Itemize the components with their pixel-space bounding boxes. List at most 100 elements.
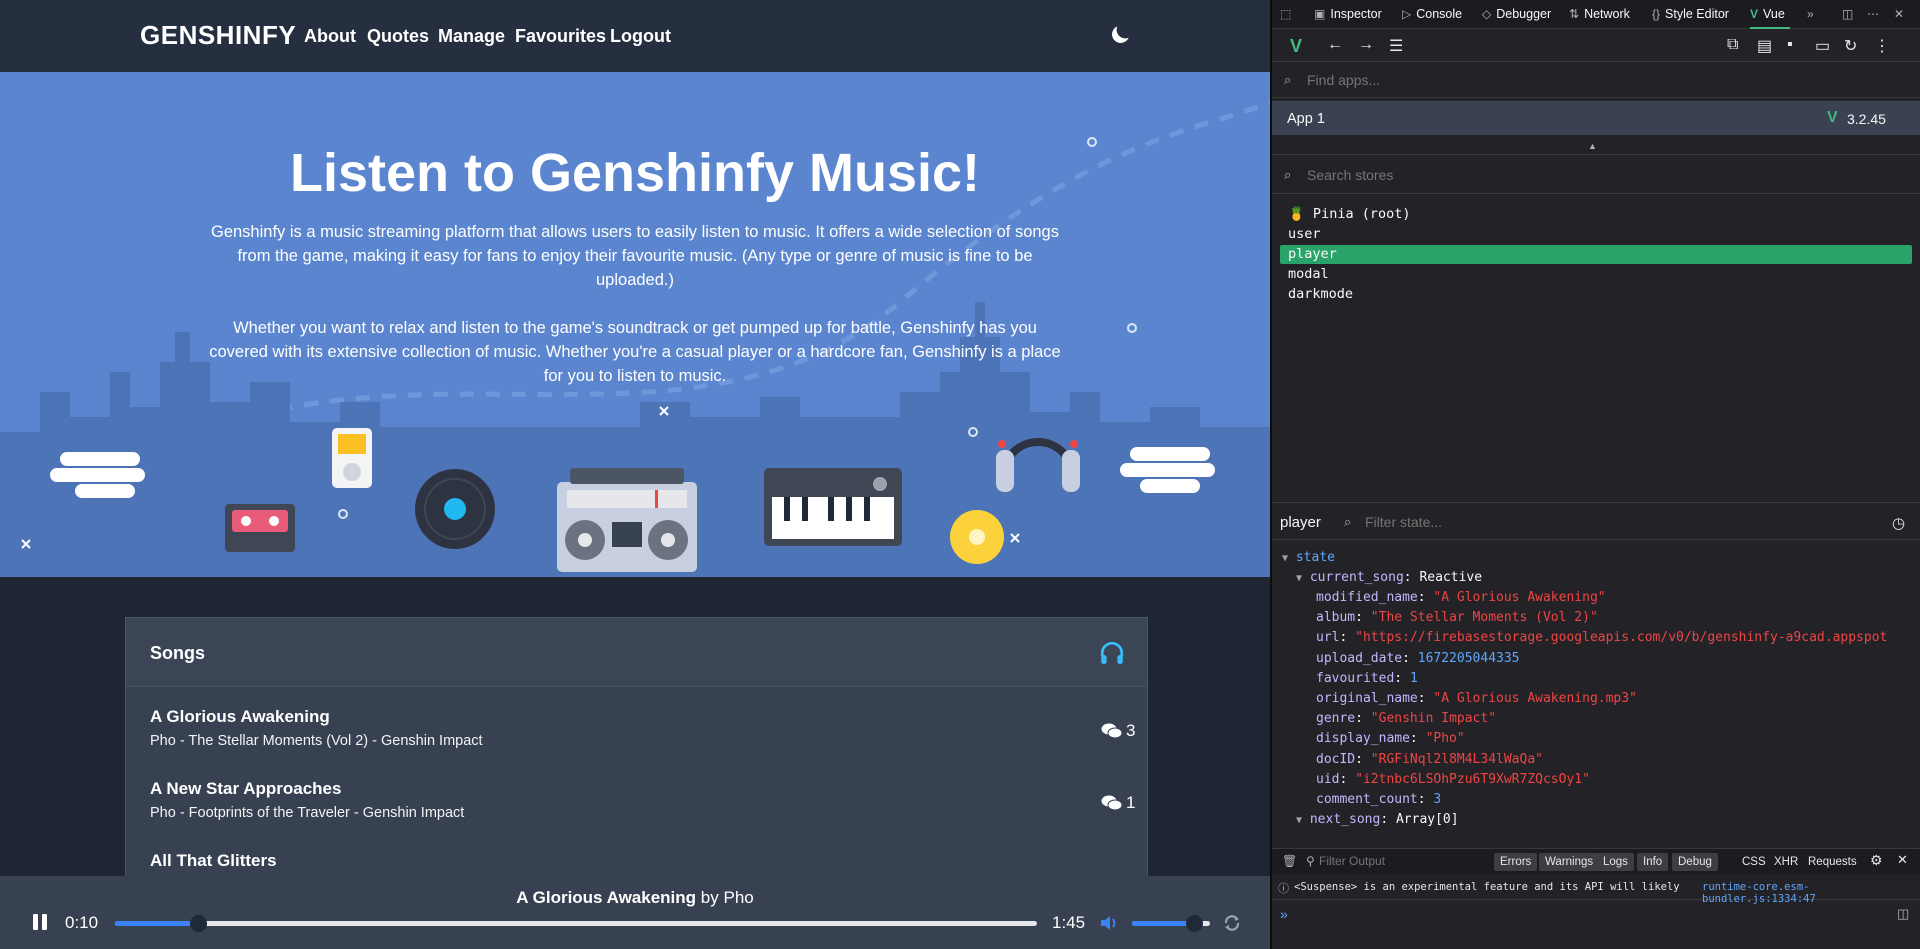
filter-errors-button[interactable]: Errors [1494, 853, 1538, 871]
progress-handle[interactable] [189, 915, 207, 932]
store-item-modal[interactable]: modal [1280, 265, 1912, 284]
state-field-value: 1672205044335 [1417, 650, 1520, 666]
menu-list-icon[interactable]: ☰ [1389, 36, 1403, 56]
tab-inspector[interactable]: ▣ Inspector [1314, 7, 1382, 21]
state-field-row[interactable]: comment_count: 3 [1316, 790, 1441, 810]
state-field-separator: : [1417, 691, 1434, 706]
search-icon: ⌕ [1344, 514, 1352, 529]
repeat-icon[interactable] [1222, 913, 1242, 933]
headphones-icon [1100, 641, 1124, 664]
state-field-row[interactable]: album: "The Stellar Moments (Vol 2)" [1316, 608, 1598, 628]
state-section-toggle[interactable]: ▼ state [1282, 548, 1335, 569]
search-stores-input[interactable] [1307, 167, 1887, 183]
volume-fill [1132, 921, 1195, 926]
volume-slider[interactable] [1132, 915, 1210, 932]
filter-warnings-button[interactable]: Warnings [1539, 853, 1600, 871]
element-picker-icon[interactable]: ⬚ [1280, 7, 1291, 21]
state-field-row[interactable]: favourited: 1 [1316, 669, 1418, 689]
song-title[interactable]: A New Star Approaches [150, 779, 341, 799]
more-options-icon[interactable]: ⋯ [1867, 7, 1879, 21]
vue-logo-icon: V [1750, 7, 1759, 21]
comment-count-value: 1 [1126, 793, 1136, 812]
trash-icon[interactable]: 🗑 [1282, 854, 1297, 868]
current-song-node[interactable]: ▼ current_song: Reactive [1296, 568, 1482, 589]
volume-handle[interactable] [1186, 915, 1204, 932]
back-arrow-icon[interactable]: ← [1327, 36, 1343, 54]
nav-manage-link[interactable]: Manage [438, 26, 505, 47]
store-item-darkmode[interactable]: darkmode [1280, 285, 1912, 304]
state-field-key: url [1316, 630, 1340, 646]
state-field-row[interactable]: original_name: "A Glorious Awakening.mp3… [1316, 689, 1637, 709]
collapse-up-icon[interactable]: ▲ [1588, 141, 1597, 151]
state-field-row[interactable]: display_name: "Pho" [1316, 729, 1465, 749]
brand-logo[interactable]: GENSHINFY [140, 20, 296, 51]
prompt-chevron-icon: » [1280, 906, 1288, 922]
song-title[interactable]: A Glorious Awakening [150, 707, 330, 727]
store-item-pinia-root[interactable]: 🍍 Pinia (root) [1280, 205, 1912, 224]
app-list-item[interactable]: App 1 V 3.2.45 [1272, 101, 1920, 135]
store-item-player[interactable]: player [1280, 245, 1912, 264]
close-icon[interactable]: ✕ [1894, 7, 1904, 21]
filter-debug-button[interactable]: Debug [1672, 853, 1718, 871]
volume-icon[interactable] [1099, 914, 1119, 932]
progress-slider[interactable] [115, 915, 1037, 932]
state-field-key: display_name [1316, 731, 1410, 747]
more-tabs-icon[interactable]: » [1807, 7, 1814, 21]
filter-requests-button[interactable]: Requests [1808, 853, 1857, 871]
nav-about-link[interactable]: About [304, 26, 356, 47]
state-field-row[interactable]: docID: "RGFiNql2l8M4L34lWaQa" [1316, 750, 1543, 770]
folder-icon[interactable]: ▭ [1815, 36, 1830, 56]
state-field-value: "Pho" [1425, 731, 1465, 747]
state-field-row[interactable]: uid: "i2tnbc6LSOhPzu6T9XwR7ZQcsOy1" [1316, 770, 1590, 790]
next-song-node[interactable]: ▼ next_song: Array[0] [1296, 810, 1459, 831]
state-field-row[interactable]: upload_date: 1672205044335 [1316, 649, 1520, 669]
app-name: App 1 [1287, 111, 1325, 127]
copy-icon[interactable]: ⧉ [1727, 36, 1738, 54]
state-field-key: comment_count [1316, 792, 1418, 807]
state-field-separator: : [1355, 610, 1371, 626]
state-field-separator: : [1409, 731, 1426, 747]
tab-debugger[interactable]: ◇ Debugger [1482, 7, 1551, 21]
filter-logs-button[interactable]: Logs [1597, 853, 1634, 871]
console-icon: ▷ [1402, 7, 1412, 21]
dark-mode-moon-icon[interactable] [1107, 22, 1133, 48]
save-icon[interactable]: ▪ [1787, 36, 1793, 54]
nav-quotes-link[interactable]: Quotes [367, 26, 429, 47]
tab-network[interactable]: ⇅ Network [1569, 7, 1630, 21]
split-console-icon[interactable]: ◫ [1897, 906, 1909, 922]
pause-icon[interactable] [30, 912, 50, 932]
pane-split-handle[interactable]: ▲ [1272, 141, 1920, 155]
hero-description-2: Whether you want to relax and listen to … [209, 319, 1061, 385]
comments-icon [1101, 723, 1123, 739]
history-icon[interactable]: ◷ [1892, 514, 1905, 532]
forward-arrow-icon[interactable]: → [1358, 36, 1374, 54]
song-list-item[interactable]: A New Star Approaches Pho - Footprints o… [126, 775, 1147, 847]
song-list-item[interactable]: A Glorious Awakening Pho - The Stellar M… [126, 703, 1147, 775]
nav-logout-link[interactable]: Logout [610, 26, 671, 47]
nav-favourites-link[interactable]: Favourites [515, 26, 606, 47]
filter-state-input[interactable] [1365, 514, 1845, 530]
console-input[interactable]: » ◫ [1272, 900, 1920, 949]
store-item-user[interactable]: user [1280, 225, 1912, 244]
tab-vue[interactable]: V Vue [1750, 7, 1785, 21]
info-icon: ⓘ [1278, 883, 1289, 895]
clipboard-icon[interactable]: ▤ [1757, 36, 1772, 56]
tab-console[interactable]: ▷ Console [1402, 7, 1462, 21]
state-field-key: album [1316, 610, 1356, 626]
gear-icon[interactable]: ⚙ [1870, 852, 1883, 869]
dock-icon[interactable]: ◫ [1842, 7, 1853, 21]
state-field-row[interactable]: genre: "Genshin Impact" [1316, 709, 1496, 729]
settings-icon[interactable]: ⋮ [1874, 36, 1890, 56]
filter-css-button[interactable]: CSS [1742, 853, 1766, 871]
state-field-row[interactable]: modified_name: "A Glorious Awakening" [1316, 588, 1606, 608]
song-title[interactable]: All That Glitters [150, 851, 277, 871]
filter-output-input[interactable] [1319, 854, 1479, 868]
find-apps-input[interactable] [1307, 72, 1887, 88]
filter-xhr-button[interactable]: XHR [1774, 853, 1798, 871]
close-icon[interactable]: ✕ [1897, 852, 1908, 868]
filter-info-button[interactable]: Info [1637, 853, 1669, 871]
tab-style-editor[interactable]: {} Style Editor [1652, 7, 1729, 21]
state-field-row[interactable]: url: "https://firebasestorage.googleapis… [1316, 628, 1887, 648]
search-stores-bar: ⌕ [1272, 156, 1920, 194]
refresh-icon[interactable]: ↻ [1844, 36, 1857, 56]
